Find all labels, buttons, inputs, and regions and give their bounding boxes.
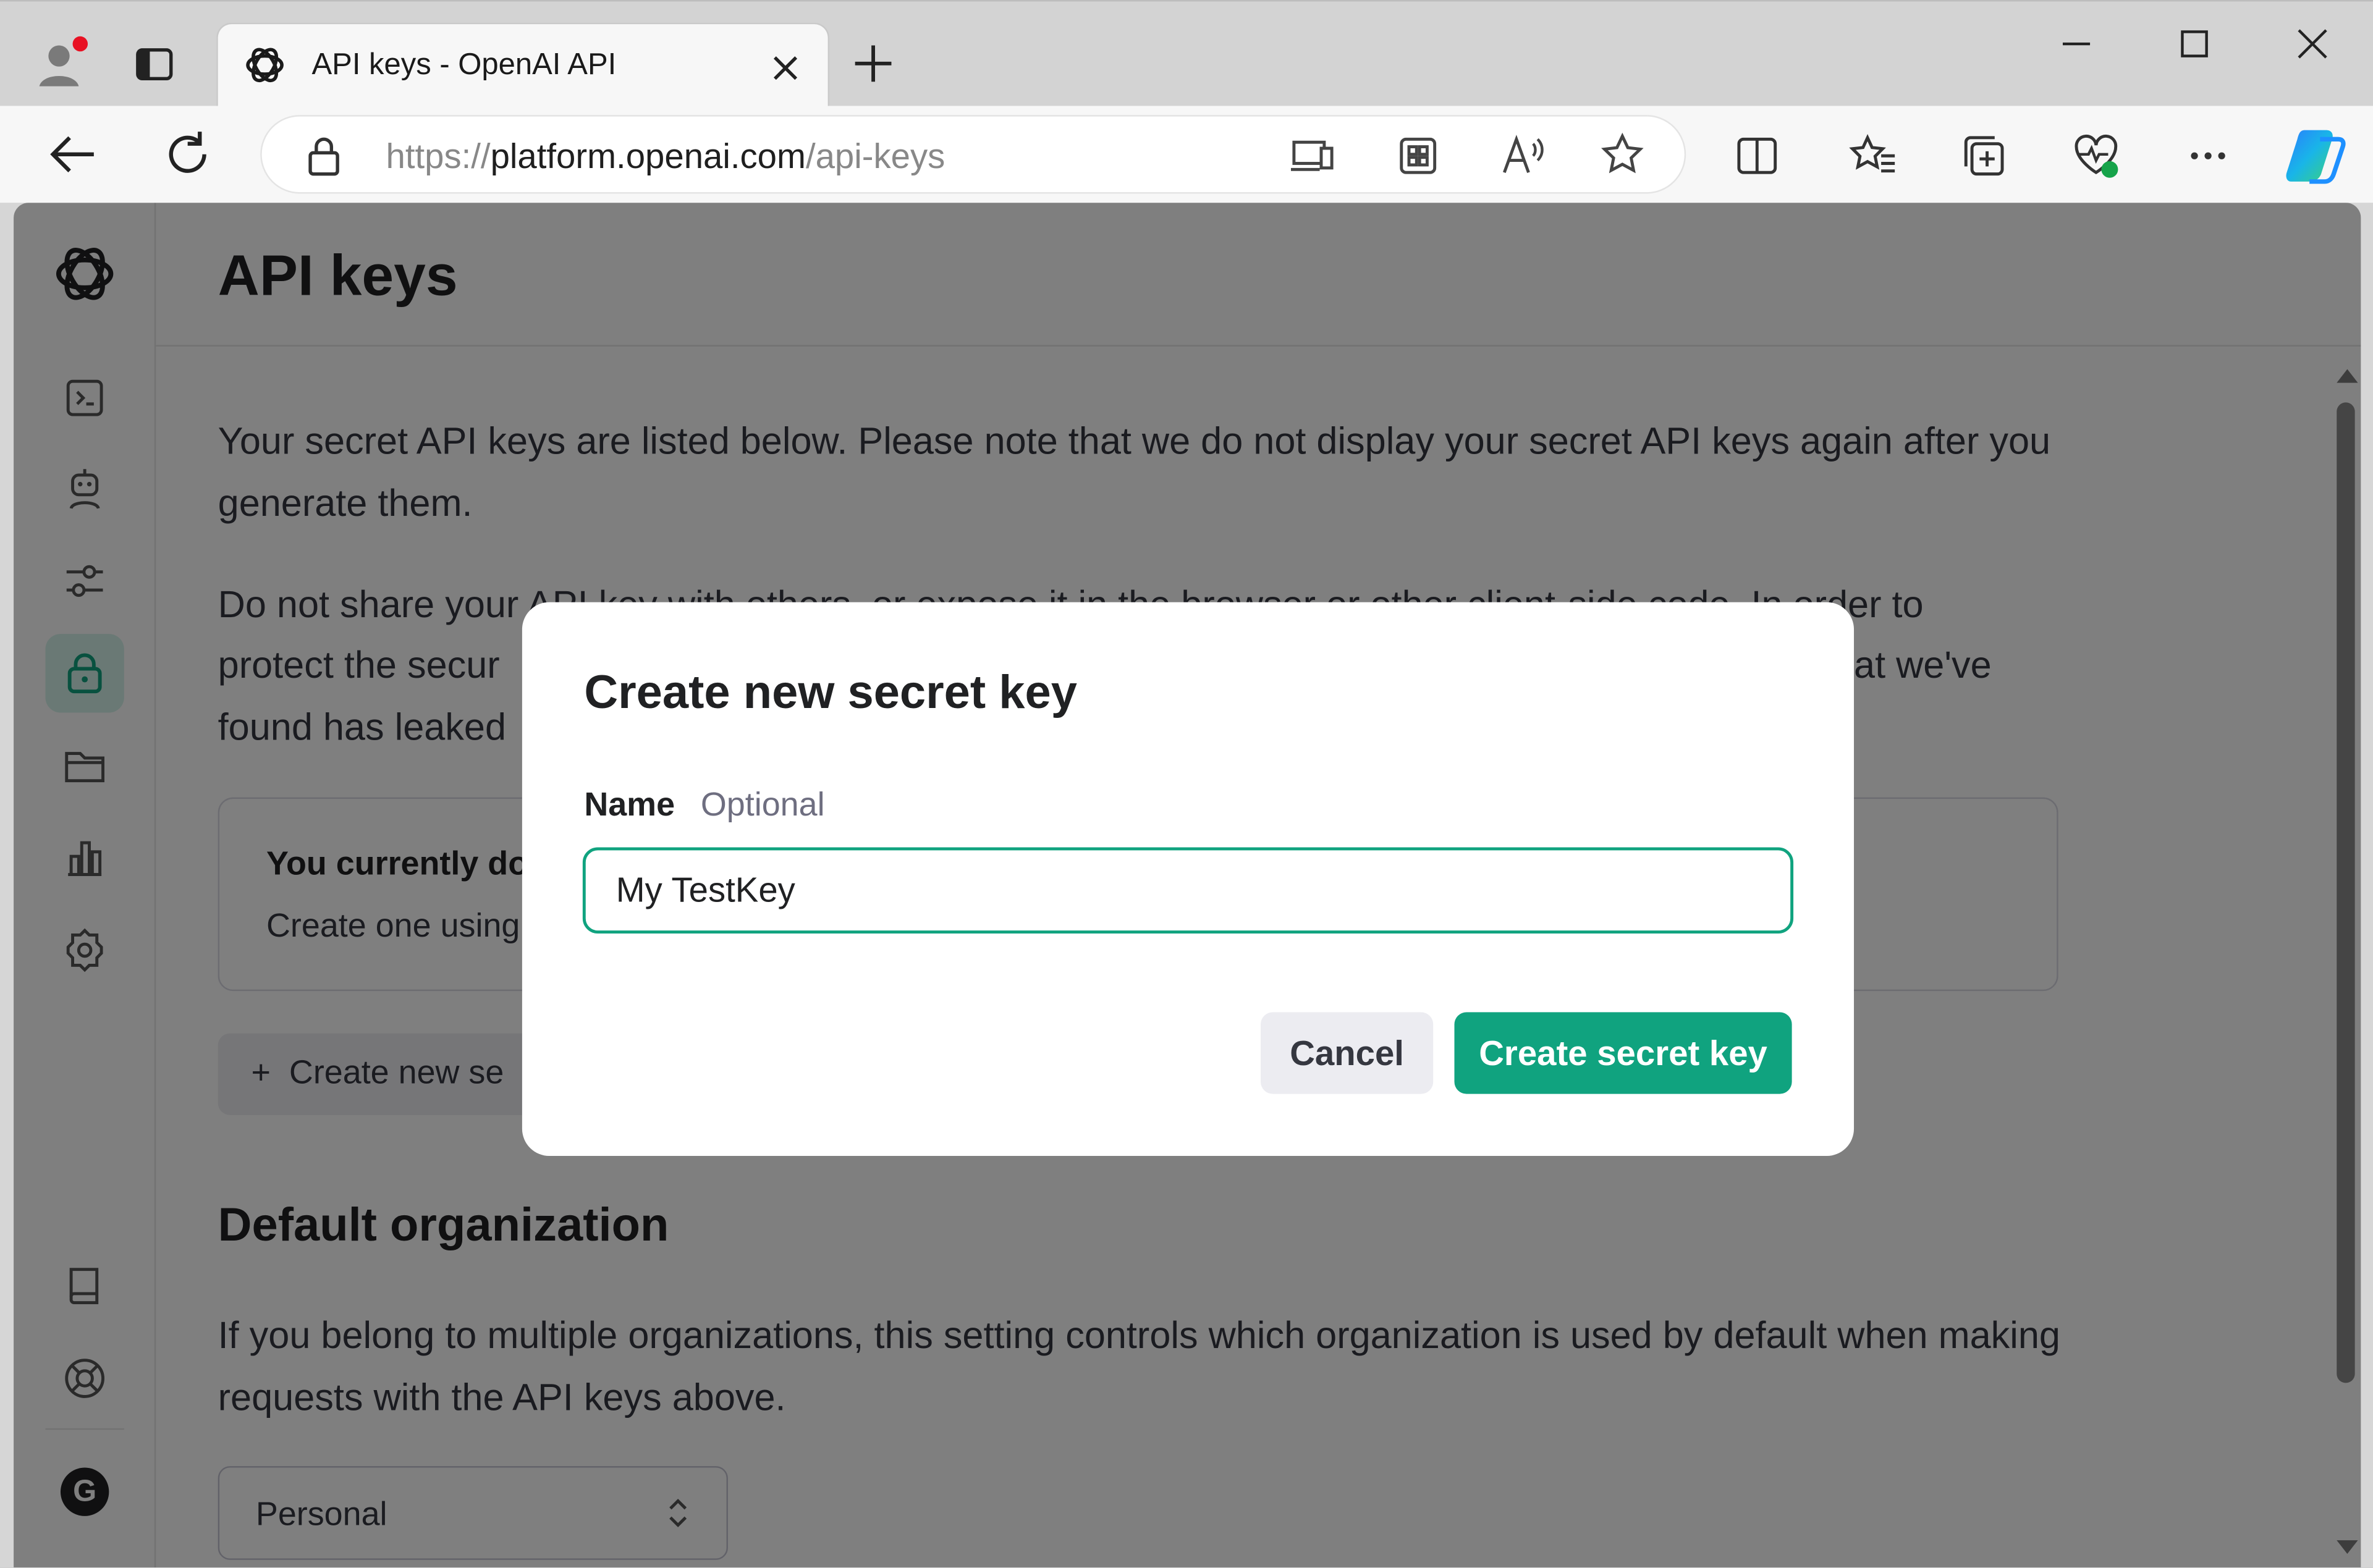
tab-api-keys[interactable]: API keys - OpenAI API <box>216 22 830 107</box>
close-window-icon[interactable] <box>2276 14 2349 74</box>
create-secret-key-button[interactable]: Create secret key <box>1454 1012 1792 1094</box>
tab-title: API keys - OpenAI API <box>311 48 617 82</box>
favorites-icon[interactable] <box>1846 130 1898 182</box>
browser-window: API keys - OpenAI API https://platform.o… <box>0 0 2373 1568</box>
split-screen-icon[interactable] <box>1732 130 1783 182</box>
key-name-input[interactable] <box>582 847 1794 934</box>
back-icon[interactable] <box>45 127 99 182</box>
favorite-star-icon[interactable] <box>1600 132 1645 177</box>
minimize-icon[interactable] <box>2040 14 2113 74</box>
openai-favicon-icon <box>242 43 287 88</box>
collections-icon[interactable] <box>1958 130 2010 182</box>
more-menu-icon[interactable] <box>2182 130 2233 182</box>
refresh-icon[interactable] <box>161 127 215 182</box>
read-aloud-icon[interactable] <box>1500 135 1545 177</box>
lock-icon[interactable] <box>304 135 344 177</box>
device-icon[interactable] <box>1290 135 1336 177</box>
tab-actions-icon[interactable] <box>133 44 176 86</box>
profile-avatar-icon[interactable] <box>33 35 91 92</box>
apps-icon[interactable] <box>1397 135 1439 177</box>
navigation-bar: https://platform.openai.com/api-keys <box>0 106 2373 203</box>
create-key-dialog: Create new secret key Name Optional Canc… <box>522 602 1855 1157</box>
close-tab-icon[interactable] <box>769 51 802 85</box>
address-bar[interactable]: https://platform.openai.com/api-keys <box>260 115 1686 194</box>
url-text[interactable]: https://platform.openai.com/api-keys <box>386 136 945 177</box>
name-label: Name <box>584 785 675 824</box>
cancel-button[interactable]: Cancel <box>1261 1012 1434 1094</box>
dialog-title: Create new secret key <box>584 665 1077 719</box>
title-bar: API keys - OpenAI API <box>0 0 2373 107</box>
browser-essentials-icon[interactable] <box>2070 130 2121 182</box>
optional-hint: Optional <box>700 785 825 824</box>
copilot-icon[interactable] <box>2282 124 2349 188</box>
new-tab-icon[interactable] <box>850 41 895 86</box>
maximize-icon[interactable] <box>2158 14 2231 74</box>
